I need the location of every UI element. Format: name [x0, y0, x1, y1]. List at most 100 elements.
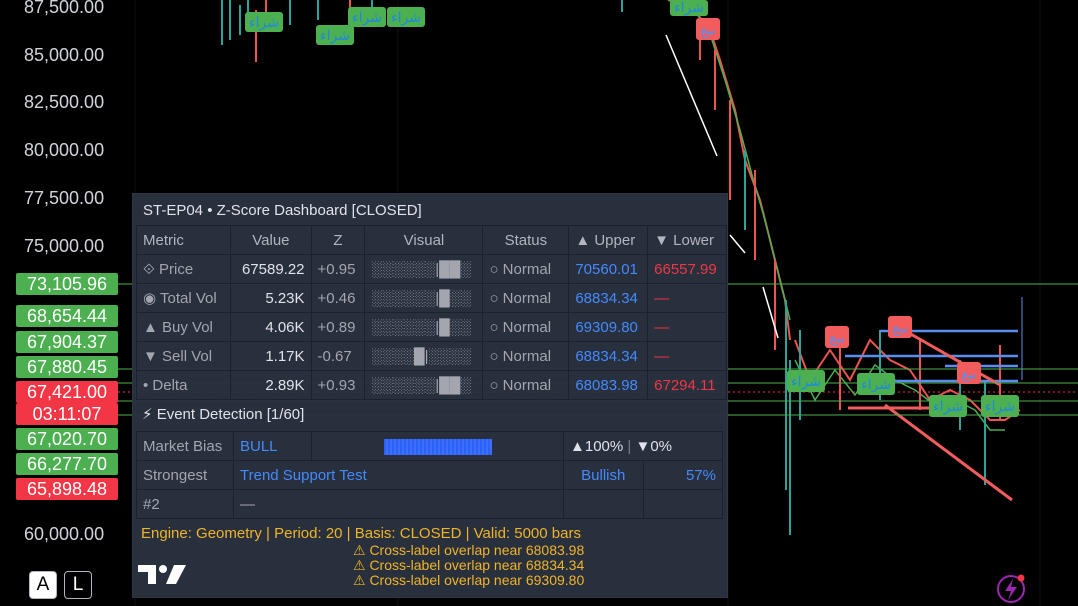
- buy-signal: شراء: [316, 25, 354, 45]
- svg-text:شراء: شراء: [985, 399, 1015, 415]
- buy-signal: شراء: [857, 373, 895, 395]
- svg-text:بيع: بيع: [892, 320, 908, 336]
- zscore-dashboard: ST-EP04 • Z-Score Dashboard [CLOSED] Met…: [132, 193, 728, 598]
- svg-text:شراء: شراء: [791, 374, 821, 390]
- warning-text: ⚠ Cross-label overlap near 69309.80: [353, 572, 585, 588]
- price-tag: 67,904.37: [16, 331, 118, 353]
- metric-status: ○ Normal: [482, 254, 570, 284]
- table-row: ▼ Sell Vol 1.17K -0.67 ░░░░█|░░░░ ○ Norm…: [135, 341, 727, 371]
- metric-visual: ░░░░█|░░░░: [364, 341, 484, 371]
- metric-value: 2.89K: [230, 370, 312, 400]
- tradingview-logo: [138, 565, 186, 584]
- current-price-tag: 67,421.00: [16, 381, 118, 403]
- table-row: #2 —: [136, 489, 723, 519]
- second-label: #2: [136, 489, 234, 519]
- buy-signal: شراء: [670, 0, 708, 16]
- level-lines: [845, 297, 1023, 383]
- dashboard-footer: Engine: Geometry | Period: 20 | Basis: C…: [141, 525, 581, 542]
- metric-upper: 69309.80: [568, 312, 649, 342]
- buy-signal: شراء: [787, 370, 825, 392]
- price-axis-label: 80,000.00: [24, 140, 105, 160]
- svg-text:شراء: شراء: [933, 399, 963, 415]
- table-row: ⟐ Price 67589.22 +0.95 ░░░░░░|██░ ○ Norm…: [135, 254, 727, 284]
- price-tag: 67,880.45: [16, 356, 118, 378]
- metric-upper: 68083.98: [568, 370, 649, 400]
- metric-z: +0.46: [310, 283, 366, 313]
- table-row: Market Bias BULL ▲100% | ▼0%: [136, 431, 723, 461]
- metric-name: ▲ Buy Vol: [135, 312, 232, 342]
- metric-lower: —: [647, 341, 727, 371]
- col-header-visual: Visual: [364, 225, 484, 255]
- bias-up-pct: ▲100%: [570, 437, 624, 455]
- metric-name: ▼ Sell Vol: [135, 341, 232, 371]
- price-tag: 73,105.96: [16, 273, 118, 295]
- price-axis-label: 60,000.00: [24, 524, 105, 544]
- col-header-status: Status: [482, 225, 570, 255]
- price-tag: 65,898.48: [16, 478, 118, 500]
- metric-z: +0.95: [310, 254, 366, 284]
- sell-signal: بيع: [957, 362, 981, 384]
- table-row: ◉ Total Vol 5.23K +0.46 ░░░░░░|█░░ ○ Nor…: [135, 283, 727, 313]
- price-tag: 67,020.70: [16, 428, 118, 450]
- metric-upper: 68834.34: [568, 341, 649, 371]
- bias-down-pct: ▼0%: [635, 437, 672, 455]
- price-tag: 68,654.44: [16, 305, 118, 327]
- svg-text:بيع: بيع: [829, 330, 845, 346]
- bias-pct: ▲100% | ▼0%: [563, 431, 723, 461]
- col-header-upper: ▲ Upper: [568, 225, 649, 255]
- empty-cell: [642, 489, 723, 519]
- svg-text:بيع: بيع: [961, 366, 977, 382]
- metric-lower: —: [647, 312, 727, 342]
- bias-label: Market Bias: [136, 431, 234, 461]
- auto-scale-button[interactable]: A: [29, 571, 57, 599]
- metric-status: ○ Normal: [482, 370, 570, 400]
- strongest-pct: 57%: [642, 460, 723, 490]
- bias-table: Market Bias BULL ▲100% | ▼0% Strongest T…: [136, 431, 723, 519]
- strongest-dir: Bullish: [563, 460, 644, 490]
- col-header-metric: Metric: [135, 225, 232, 255]
- flash-icon[interactable]: [997, 574, 1025, 603]
- svg-text:شراء: شراء: [352, 10, 382, 26]
- metrics-table: Metric Value Z Visual Status ▲ Upper ▼ L…: [135, 225, 727, 400]
- metric-z: +0.93: [310, 370, 366, 400]
- svg-text:بيع: بيع: [700, 22, 716, 38]
- table-row: Strongest Trend Support Test Bullish 57%: [136, 460, 723, 490]
- sell-signal: بيع: [888, 316, 912, 338]
- buy-signal: شراء: [245, 12, 283, 32]
- metric-upper: 68834.34: [568, 283, 649, 313]
- price-axis[interactable]: 87,500.00 85,000.00 82,500.00 80,000.00 …: [0, 0, 130, 606]
- bias-bar-fill: [383, 438, 492, 455]
- col-header-lower: ▼ Lower: [647, 225, 727, 255]
- metric-value: 5.23K: [230, 283, 312, 313]
- metric-z: -0.67: [310, 341, 366, 371]
- metric-value: 67589.22: [230, 254, 312, 284]
- metric-status: ○ Normal: [482, 312, 570, 342]
- countdown-tag: 03:11:07: [16, 403, 118, 425]
- strongest-value: Trend Support Test: [233, 460, 564, 490]
- table-row: ▲ Buy Vol 4.06K +0.89 ░░░░░░|█░░ ○ Norma…: [135, 312, 727, 342]
- metric-lower: 66557.99: [647, 254, 727, 284]
- buy-signal: شراء: [348, 7, 386, 27]
- metric-name: ⟐ Price: [135, 254, 232, 284]
- strongest-label: Strongest: [136, 460, 234, 490]
- metric-name: • Delta: [135, 370, 232, 400]
- price-axis-label: 85,000.00: [24, 45, 105, 65]
- price-tag: 66,277.70: [16, 453, 118, 475]
- metric-value: 1.17K: [230, 341, 312, 371]
- metric-upper: 70560.01: [568, 254, 649, 284]
- svg-text:شراء: شراء: [674, 0, 704, 16]
- bias-bar: [311, 431, 564, 461]
- sell-signal: بيع: [825, 326, 849, 348]
- metric-status: ○ Normal: [482, 341, 570, 371]
- metric-status: ○ Normal: [482, 283, 570, 313]
- warning-text: ⚠ Cross-label overlap near 68083.98: [353, 542, 585, 558]
- price-axis-label: 77,500.00: [24, 188, 105, 208]
- empty-cell: [563, 489, 644, 519]
- metric-z: +0.89: [310, 312, 366, 342]
- col-header-z: Z: [310, 225, 366, 255]
- log-scale-button[interactable]: L: [64, 571, 92, 599]
- metric-visual: ░░░░░░|█░░: [364, 312, 484, 342]
- svg-text:شراء: شراء: [320, 28, 350, 44]
- svg-text:شراء: شراء: [391, 10, 421, 26]
- price-axis-label: 75,000.00: [24, 236, 105, 256]
